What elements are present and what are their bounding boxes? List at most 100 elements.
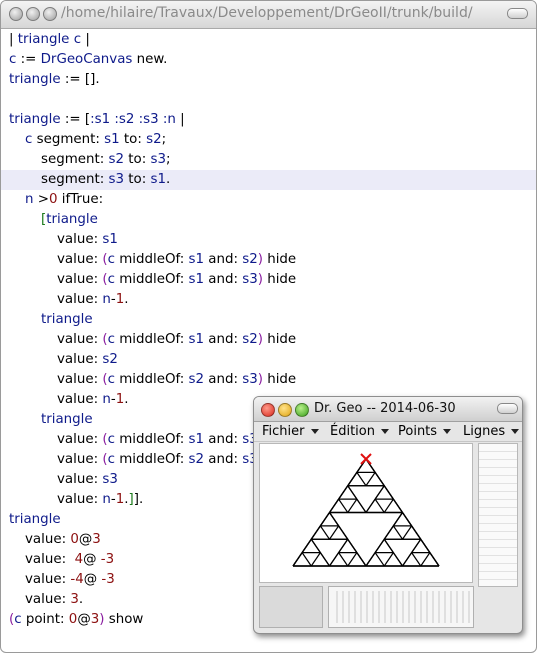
code-line[interactable]: triangle := []. <box>1 70 536 90</box>
code-token: segment: <box>32 132 105 147</box>
triangle-segment <box>411 525 422 540</box>
code-line[interactable] <box>1 90 536 110</box>
menu-lignes[interactable]: Lignes <box>463 423 520 440</box>
side-list-row[interactable] <box>479 444 517 452</box>
code-line[interactable]: value: (c middleOf: s1 and: s2) hide <box>1 250 536 270</box>
side-list-row[interactable] <box>479 460 517 468</box>
code-token: middleOf: <box>114 252 189 267</box>
minimize-button[interactable] <box>26 7 40 21</box>
triangle-segment <box>383 538 394 553</box>
code-token: segment: <box>41 152 109 167</box>
side-list-row[interactable] <box>479 540 517 548</box>
side-list-row[interactable] <box>479 516 517 524</box>
code-line[interactable]: segment: s3 to: s1. <box>1 170 536 190</box>
code-token: value: <box>57 432 103 447</box>
code-token: and: <box>204 372 243 387</box>
side-list-row[interactable] <box>479 468 517 476</box>
side-list-row[interactable] <box>479 556 517 564</box>
drgeo-window[interactable]: Dr. Geo -- 2014-06-30 Fichier Édition Po… <box>253 396 523 634</box>
side-list-row[interactable] <box>479 548 517 556</box>
menu-points[interactable]: Points <box>398 423 452 440</box>
code-token: value: <box>25 532 71 547</box>
drgeo-collapse-button[interactable] <box>497 403 518 414</box>
code-line[interactable]: value: n-1. <box>1 290 536 310</box>
triangle-segment <box>374 498 385 513</box>
drgeo-canvas[interactable] <box>259 443 473 583</box>
code-token: s2 <box>102 352 118 367</box>
side-list-row[interactable] <box>479 476 517 484</box>
code-token: . <box>165 172 171 187</box>
triangle-segment <box>292 552 303 567</box>
code-token: triangle <box>17 32 70 47</box>
code-token: value: <box>57 332 103 347</box>
side-list-row[interactable] <box>479 452 517 460</box>
triangle-segment <box>347 472 358 487</box>
code-token: to: <box>124 172 151 187</box>
code-line[interactable]: segment: s2 to: s3; <box>1 150 536 170</box>
close-button[interactable] <box>261 403 275 417</box>
code-token: value: <box>57 372 103 387</box>
collapse-button[interactable] <box>507 8 528 19</box>
code-line[interactable]: n >0 ifTrue: <box>1 190 536 210</box>
code-token: := []. <box>60 72 100 87</box>
code-token: -3 <box>101 572 115 587</box>
triangle-segment <box>392 552 403 567</box>
side-list-row[interactable] <box>479 564 517 572</box>
code-token: c <box>107 372 115 387</box>
code-token: | <box>81 32 90 47</box>
code-token: to: <box>119 132 147 147</box>
code-token: c <box>107 252 115 267</box>
code-line[interactable]: value: s2 <box>1 350 536 370</box>
code-token: show <box>104 612 144 627</box>
triangle-segment <box>319 525 330 540</box>
code-token: := [ <box>60 112 91 127</box>
code-token: triangle <box>41 312 93 327</box>
side-list-row[interactable] <box>479 484 517 492</box>
drgeo-title-bar[interactable]: Dr. Geo -- 2014-06-30 <box>254 397 522 422</box>
code-token: s3 <box>108 172 125 187</box>
code-token: 1 <box>115 492 125 507</box>
drgeo-side-list[interactable] <box>478 443 518 587</box>
triangle-segment <box>310 538 321 553</box>
side-list-row[interactable] <box>479 532 517 540</box>
chevron-down-icon <box>511 429 520 434</box>
code-line[interactable]: c := DrGeoCanvas new. <box>1 50 536 70</box>
code-token: value: <box>57 392 103 407</box>
title-bar[interactable]: /home/hilaire/Travaux/Developpement/DrGe… <box>1 1 536 29</box>
minimize-button[interactable] <box>278 403 292 417</box>
code-token: value: <box>57 292 103 307</box>
triangle-segment <box>365 552 376 567</box>
code-line[interactable]: | triangle c | <box>1 30 536 50</box>
triangle-segment <box>411 552 422 567</box>
code-line[interactable]: triangle <box>1 310 536 330</box>
code-line[interactable]: value: (c middleOf: s1 and: s3) hide <box>1 270 536 290</box>
triangle-segment <box>347 538 358 553</box>
code-token: ; <box>165 152 171 167</box>
code-token: hide <box>262 372 297 387</box>
side-list-row[interactable] <box>479 492 517 500</box>
code-token: middleOf: <box>114 332 189 347</box>
code-token: and: <box>204 252 243 267</box>
side-list-row[interactable] <box>479 500 517 508</box>
code-line[interactable]: value: (c middleOf: s1 and: s2) hide <box>1 330 536 350</box>
code-token: middleOf: <box>114 452 189 467</box>
maximize-button[interactable] <box>43 7 57 21</box>
code-line[interactable]: c segment: s1 to: s2; <box>1 130 536 150</box>
menu-fichier[interactable]: Fichier <box>262 423 319 440</box>
code-token: value: <box>57 472 103 487</box>
side-list-row[interactable] <box>479 572 517 580</box>
code-token: ]. <box>133 492 144 507</box>
close-button[interactable] <box>9 7 23 21</box>
code-token: n <box>102 492 111 507</box>
triangle-segment <box>429 552 440 567</box>
code-line[interactable]: [triangle <box>1 210 536 230</box>
menu-edition[interactable]: Édition <box>330 423 389 440</box>
side-list-row[interactable] <box>479 508 517 516</box>
maximize-button[interactable] <box>295 403 309 417</box>
code-line[interactable]: triangle := [:s1 :s2 :s3 :n | <box>1 110 536 130</box>
code-token: value: <box>57 352 103 367</box>
code-token: ifTrue: <box>57 192 104 207</box>
code-line[interactable]: value: s1 <box>1 230 536 250</box>
side-list-row[interactable] <box>479 524 517 532</box>
code-line[interactable]: value: (c middleOf: s2 and: s3) hide <box>1 370 536 390</box>
